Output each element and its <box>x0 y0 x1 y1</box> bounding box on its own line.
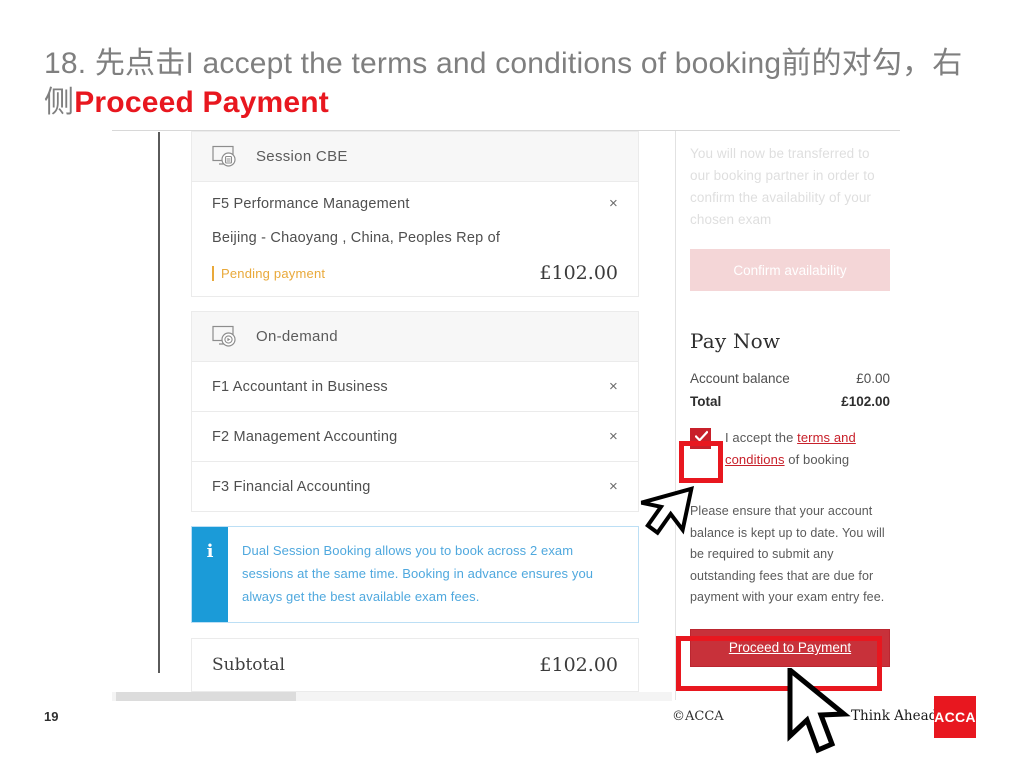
pay-now-heading: Pay Now <box>690 329 781 353</box>
accept-suffix: of booking <box>784 452 850 467</box>
accept-prefix: I accept the <box>725 430 798 445</box>
subtotal-label: Subtotal <box>212 655 285 675</box>
accept-terms-row: I accept the terms and conditions of boo… <box>690 427 890 471</box>
group-header-session-cbe: Session CBE <box>191 131 639 182</box>
horizontal-scrollbar-thumb[interactable] <box>116 692 296 701</box>
exam-venue: Beijing - Chaoyang , China, Peoples Rep … <box>212 230 501 246</box>
info-icon: i <box>192 527 228 622</box>
timeline-connector-line <box>158 132 160 673</box>
payment-note: Please ensure that your account balance … <box>690 504 885 604</box>
exam-status-row: Pending payment £102.00 <box>212 262 618 284</box>
exam-name: F5 Performance Management <box>212 196 410 212</box>
account-balance-value: £0.00 <box>856 371 890 386</box>
subtotal-value: £102.00 <box>539 654 618 676</box>
remove-exam-button[interactable]: × <box>597 479 618 494</box>
check-icon <box>695 430 708 442</box>
embedded-screenshot: Session CBE F5 Performance Management × … <box>112 130 900 701</box>
total-row: Total £102.00 <box>690 394 890 409</box>
copyright-text: ©ACCA <box>672 709 724 724</box>
exam-name: F2 Management Accounting <box>212 428 398 445</box>
remove-exam-button[interactable]: × <box>597 429 618 444</box>
info-banner: i Dual Session Booking allows you to boo… <box>191 526 639 623</box>
status-badge: Pending payment <box>212 265 325 281</box>
list-item: F3 Financial Accounting × <box>191 462 639 512</box>
group-label-session-cbe: Session CBE <box>256 148 348 165</box>
account-balance-label: Account balance <box>690 371 790 386</box>
accept-terms-label: I accept the terms and conditions of boo… <box>711 427 890 471</box>
slide-page-number: 19 <box>44 709 59 724</box>
accept-terms-checkbox[interactable] <box>690 428 711 449</box>
remove-exam-button[interactable]: × <box>597 196 618 211</box>
transfer-note: You will now be transferred to our booki… <box>690 146 875 227</box>
monitor-ondemand-icon <box>212 325 242 349</box>
column-divider <box>675 131 676 700</box>
proceed-to-payment-button[interactable]: Proceed to Payment <box>690 628 890 667</box>
transfer-section: You will now be transferred to our booki… <box>690 131 890 291</box>
subtotal-row: Subtotal £102.00 <box>191 638 639 692</box>
page-title-highlight: Proceed Payment <box>74 86 329 119</box>
group-label-on-demand: On-demand <box>256 328 338 345</box>
info-banner-text: Dual Session Booking allows you to book … <box>242 543 594 604</box>
cart-column: Session CBE F5 Performance Management × … <box>191 131 639 692</box>
exam-card-session: F5 Performance Management × Beijing - Ch… <box>191 182 639 297</box>
exam-name: F1 Accountant in Business <box>212 378 388 395</box>
remove-exam-button[interactable]: × <box>597 379 618 394</box>
confirm-availability-button[interactable]: Confirm availability <box>690 249 890 291</box>
exam-row: F5 Performance Management × <box>212 196 618 212</box>
group-header-on-demand: On-demand <box>191 311 639 362</box>
tagline-text: Think Ahead <box>851 708 938 724</box>
monitor-session-icon <box>212 145 242 169</box>
exam-name: F3 Financial Accounting <box>212 478 371 495</box>
account-balance-row: Account balance £0.00 <box>690 371 890 386</box>
page-title: 18. 先点击I accept the terms and conditions… <box>44 44 984 122</box>
exam-price: £102.00 <box>539 262 618 284</box>
list-item: F2 Management Accounting × <box>191 412 639 462</box>
list-item: F1 Accountant in Business × <box>191 362 639 412</box>
total-value: £102.00 <box>841 394 890 409</box>
acca-logo: ACCA <box>934 696 976 738</box>
total-label: Total <box>690 394 722 409</box>
side-panel: You will now be transferred to our booki… <box>690 131 890 667</box>
